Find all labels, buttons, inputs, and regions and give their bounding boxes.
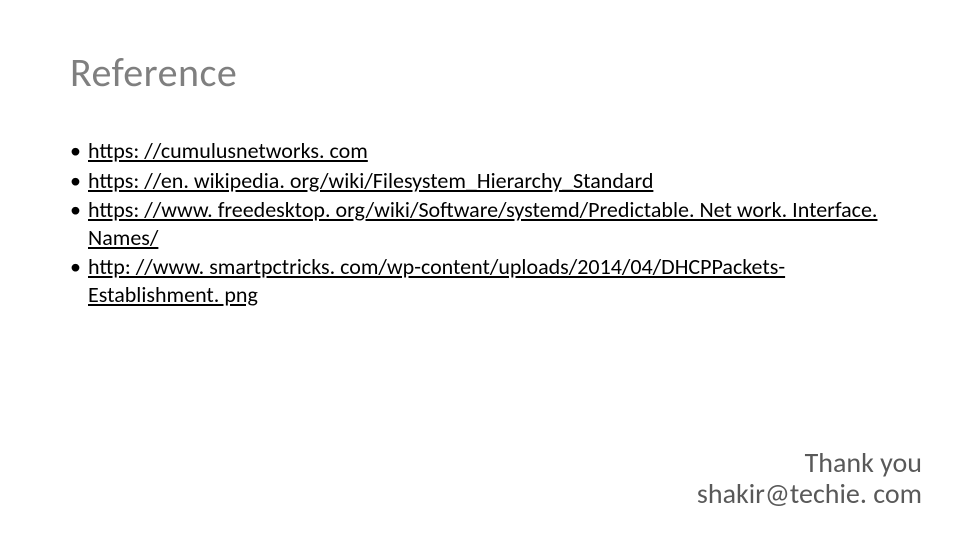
list-item: http: //www. smartpctricks. com/wp-conte… bbox=[70, 253, 890, 308]
reference-link[interactable]: https: //en. wikipedia. org/wiki/Filesys… bbox=[88, 167, 653, 194]
thank-you-text: Thank you bbox=[697, 448, 922, 479]
reference-link[interactable]: https: //www. freedesktop. org/wiki/Soft… bbox=[88, 196, 877, 251]
contact-email: shakir@techie. com bbox=[697, 479, 922, 510]
slide: Reference https: //cumulusnetworks. com … bbox=[0, 0, 960, 540]
list-item: https: //cumulusnetworks. com bbox=[70, 137, 890, 165]
reference-link[interactable]: http: //www. smartpctricks. com/wp-conte… bbox=[88, 253, 785, 308]
reference-link[interactable]: https: //cumulusnetworks. com bbox=[88, 137, 368, 164]
list-item: https: //www. freedesktop. org/wiki/Soft… bbox=[70, 196, 890, 251]
slide-title: Reference bbox=[70, 48, 890, 97]
reference-list: https: //cumulusnetworks. com https: //e… bbox=[70, 137, 890, 308]
list-item: https: //en. wikipedia. org/wiki/Filesys… bbox=[70, 167, 890, 195]
footer: Thank you shakir@techie. com bbox=[697, 448, 922, 510]
